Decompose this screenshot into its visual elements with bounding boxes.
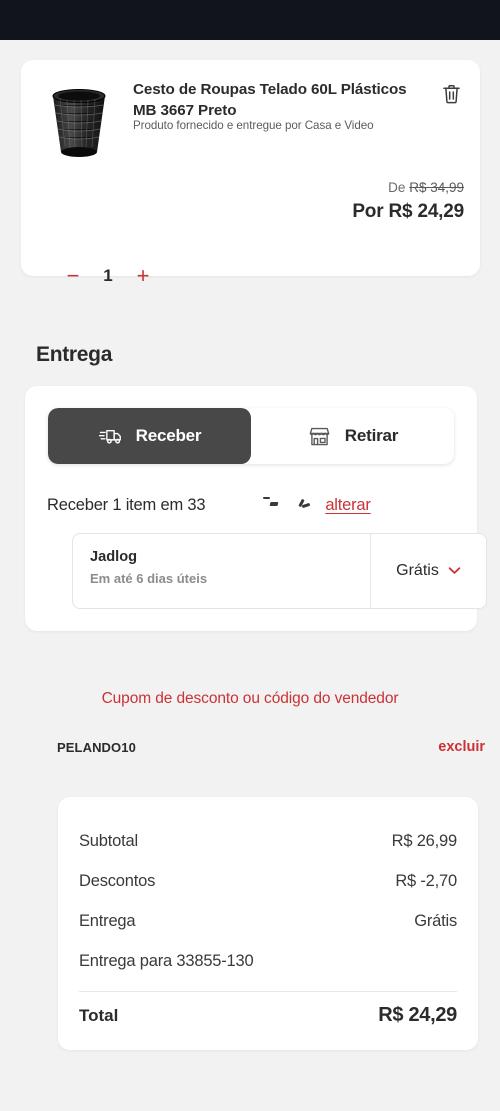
shipping-carrier-info: Jadlog Em até 6 dias úteis [73, 534, 370, 608]
price-block: De R$ 34,99 Por R$ 24,29 [352, 178, 464, 225]
summary-row-discounts: Descontos R$ -2,70 [79, 861, 457, 901]
product-info: Cesto de Roupas Telado 60L Plásticos MB … [133, 78, 426, 133]
quantity-value: 1 [103, 266, 113, 285]
delivery-section-title: Entrega [36, 343, 113, 366]
chevron-down-icon [448, 562, 461, 580]
coupon-remove-link[interactable]: excluir [438, 739, 485, 755]
change-address-link[interactable]: alterar [325, 496, 371, 515]
delivery-destination-row: Receber 1 item em 33 alterar [47, 492, 455, 515]
summary-total-row: Total R$ 24,29 [79, 1004, 457, 1027]
shipping-carrier-name: Jadlog [90, 549, 138, 565]
quantity-stepper: − 1 + [55, 258, 161, 294]
summary-label: Entrega [79, 912, 136, 930]
summary-row-shipping: Entrega Grátis [79, 901, 457, 941]
product-title[interactable]: Cesto de Roupas Telado 60L Plásticos MB … [133, 79, 426, 115]
summary-row-subtotal: Subtotal R$ 26,99 [79, 821, 457, 861]
old-price-prefix: De [388, 180, 406, 195]
product-thumbnail[interactable] [37, 78, 121, 162]
cart-item-header: Cesto de Roupas Telado 60L Plásticos MB … [37, 78, 464, 162]
shipping-option-row[interactable]: Jadlog Em até 6 dias úteis Grátis [72, 533, 487, 609]
coupon-code: PELANDO10 [57, 739, 136, 755]
checkout-cart-screen: Cesto de Roupas Telado 60L Plásticos MB … [0, 0, 500, 1111]
store-front-icon [307, 425, 333, 447]
top-status-bar [0, 0, 500, 40]
tab-receber-label: Receber [135, 426, 202, 445]
delivery-mode-toggle: Receber Retirar [48, 408, 454, 464]
delivery-destination-text: Receber 1 item em 33 [47, 496, 206, 514]
shipping-price: Grátis [396, 562, 439, 579]
summary-total-label: Total [79, 1006, 119, 1025]
tab-receber[interactable]: Receber [48, 408, 251, 464]
coupon-link[interactable]: Cupom de desconto ou código do vendedor [0, 690, 500, 708]
trash-icon [441, 83, 462, 108]
cart-item-card: Cesto de Roupas Telado 60L Plásticos MB … [21, 60, 480, 287]
delivery-truck-icon [98, 425, 124, 447]
quantity-increase-button[interactable]: + [125, 258, 161, 294]
summary-value: R$ 26,99 [391, 832, 458, 850]
quantity-decrease-button[interactable]: − [55, 258, 91, 294]
summary-row-shipping-address: Entrega para 33855-130 [79, 941, 457, 981]
old-price-line: De R$ 34,99 [352, 178, 464, 197]
shipping-eta: Em até 6 dias úteis [90, 571, 208, 586]
summary-total-value: R$ 24,29 [378, 1004, 457, 1026]
postal-code-partial-render [207, 492, 325, 510]
order-summary-card: Subtotal R$ 26,99 Descontos R$ -2,70 Ent… [58, 797, 478, 1050]
summary-divider [79, 991, 457, 992]
remove-item-button[interactable] [438, 82, 464, 108]
current-price: Por R$ 24,29 [352, 201, 464, 222]
delivery-card: Receber Retirar Receber 1 item em 33 alt… [25, 386, 487, 631]
summary-label: Descontos [79, 872, 156, 890]
summary-value: R$ -2,70 [395, 872, 457, 890]
summary-label: Entrega para 33855-130 [79, 952, 254, 970]
tab-retirar-label: Retirar [344, 426, 399, 445]
old-price-value: R$ 34,99 [409, 180, 464, 195]
summary-label: Subtotal [79, 832, 138, 850]
product-seller-note: Produto fornecido e entregue por Casa e … [133, 119, 374, 132]
tab-retirar[interactable]: Retirar [251, 408, 454, 464]
applied-coupon-row: PELANDO10 excluir [57, 739, 485, 755]
shipping-price-expander[interactable]: Grátis [370, 534, 486, 608]
summary-value: Grátis [414, 912, 457, 930]
